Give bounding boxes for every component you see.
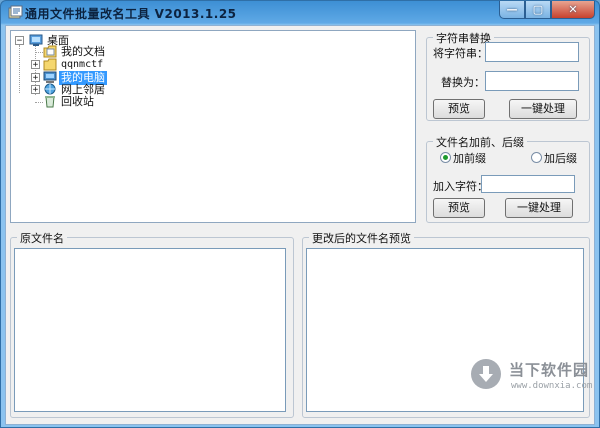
folder-icon [43,58,57,71]
affix-group: 文件名加前、后缀 加前缀 加后缀 加入字符： 预览 一键处理 [426,134,590,223]
replace-input[interactable] [485,71,579,91]
affix-apply-button[interactable]: 一键处理 [505,198,573,218]
add-chars-label: 加入字符： [433,180,488,193]
watermark: 当下软件园 www.downxia.com [471,357,593,399]
desktop-icon [29,34,43,46]
watermark-name: 当下软件园 [509,361,590,379]
find-input[interactable] [485,42,579,62]
suffix-radio[interactable] [531,152,542,163]
add-chars-input[interactable] [481,175,575,193]
original-names-group: 原文件名 [10,230,294,418]
title-bar[interactable]: 通用文件批量改名工具 V2013.1.25 — ▢ ✕ [1,1,599,25]
minimize-button[interactable]: — [499,1,525,19]
expand-toggle[interactable]: + [31,85,40,95]
replace-apply-button[interactable]: 一键处理 [509,99,577,119]
prefix-radio[interactable] [440,152,451,163]
watermark-url: www.downxia.com [511,381,593,391]
folder-tree[interactable]: − 桌面 我的文档 + qqnmctf + 我的电脑 + 网上邻居 回收站 [10,30,416,223]
tree-node-label: 回收站 [61,95,94,108]
download-arrow-icon [471,359,501,389]
preview-names-title: 更改后的文件名预览 [309,230,414,246]
tree-node-label: qqnmctf [61,59,104,70]
original-names-title: 原文件名 [17,230,67,246]
tree-guide-line [19,45,20,93]
collapse-toggle[interactable]: − [15,36,24,46]
close-button[interactable]: ✕ [551,1,595,19]
suffix-radio-label[interactable]: 加后缀 [544,150,577,166]
replace-preview-button[interactable]: 预览 [433,99,485,119]
affix-title: 文件名加前、后缀 [433,134,527,150]
tree-node-label: 我的文档 [61,45,105,58]
expand-toggle[interactable]: + [31,60,40,70]
maximize-button[interactable]: ▢ [525,1,551,19]
window-controls: — ▢ ✕ [499,1,595,19]
original-names-list[interactable] [14,248,286,412]
prefix-radio-label[interactable]: 加前缀 [453,150,486,166]
window-title: 通用文件批量改名工具 V2013.1.25 [25,7,237,21]
app-icon [8,5,23,19]
expand-toggle[interactable]: + [31,73,40,83]
app-window: 通用文件批量改名工具 V2013.1.25 — ▢ ✕ − 桌面 我的文档 + … [0,0,600,428]
affix-preview-button[interactable]: 预览 [433,198,485,218]
string-replace-group: 字符串替换 将字符串： 替换为： 预览 一键处理 [426,30,590,121]
find-label: 将字符串： [433,47,488,60]
documents-icon [43,45,57,58]
replace-label: 替换为： [441,76,485,89]
recycle-bin-icon [45,96,55,108]
